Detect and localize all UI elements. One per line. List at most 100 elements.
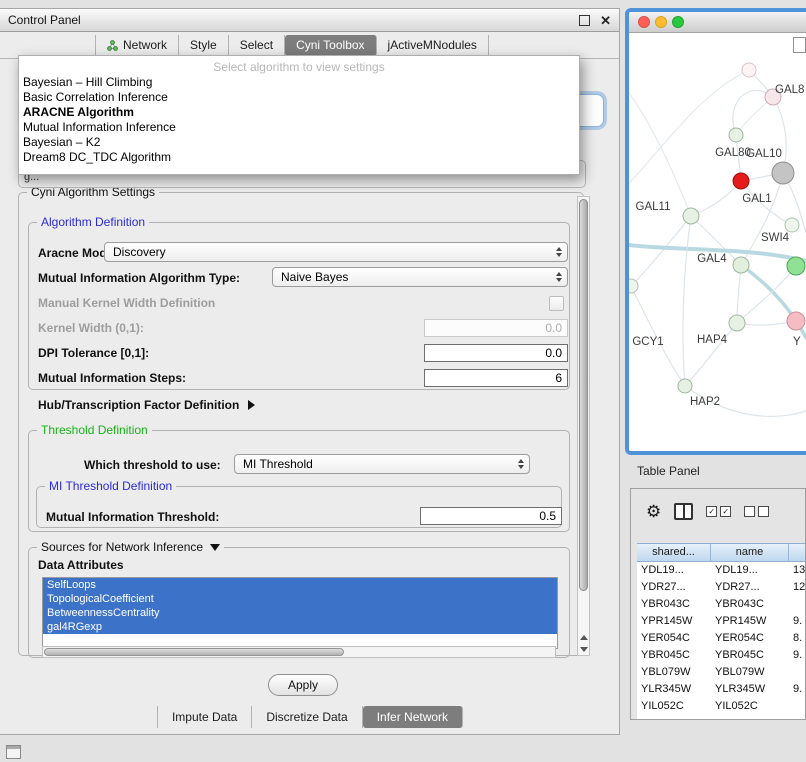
network-node[interactable]: [787, 312, 805, 330]
attributes-horizontal-scrollbar[interactable]: [42, 646, 556, 658]
which-threshold-select[interactable]: MI Threshold: [234, 454, 530, 474]
data-attributes-list[interactable]: SelfLoopsTopologicalCoefficientBetweenne…: [42, 577, 558, 649]
table-cell: 13: [789, 562, 806, 579]
tab-label: Select: [240, 37, 273, 54]
mi-algorithm-type-value: Naive Bayes: [281, 270, 348, 284]
tab-cyni-toolbox[interactable]: Cyni Toolbox: [285, 35, 376, 56]
algorithm-option-bayesian-k2[interactable]: Bayesian – K2: [19, 135, 579, 150]
node-label-gal4: GAL4: [697, 253, 727, 265]
stepper-icon: [556, 272, 562, 282]
dpi-tolerance-label: DPI Tolerance [0,1]:: [38, 346, 149, 360]
table-row[interactable]: YPR145WYPR145W9.: [637, 613, 806, 630]
node-label-hap2: HAP2: [690, 396, 720, 408]
network-edge: [685, 323, 737, 386]
table-cell: 9.: [789, 647, 806, 664]
minimize-traffic-light-icon[interactable]: [655, 16, 667, 28]
network-edge: [631, 216, 691, 286]
network-node[interactable]: [729, 315, 745, 331]
table-cell: YBL079W: [637, 664, 711, 681]
algorithm-option-dream8-dc-tdc-algorithm[interactable]: Dream8 DC_TDC Algorithm: [19, 150, 579, 165]
scroll-up-icon[interactable]: [580, 635, 588, 640]
scroll-down-icon[interactable]: [580, 647, 588, 652]
dpi-tolerance-field[interactable]: [424, 344, 568, 362]
table-row[interactable]: YDL19...YDL19...13: [637, 562, 806, 579]
network-node[interactable]: [629, 279, 638, 293]
network-node[interactable]: [785, 218, 799, 232]
table-row[interactable]: YLR345WYLR345W9.: [637, 681, 806, 698]
network-canvas-svg: GAL8GAL80GAL10GAL11GAL1SWI4GAL4GCY1HAP4Y…: [629, 33, 806, 452]
tab-jactivemnodules[interactable]: jActiveMNodules: [377, 35, 489, 56]
network-node[interactable]: [742, 63, 756, 77]
select-all-icon[interactable]: ✓ ✓: [706, 506, 731, 517]
bottom-tab-impute-data[interactable]: Impute Data: [157, 706, 252, 728]
algorithm-option-mutual-information-inference[interactable]: Mutual Information Inference: [19, 120, 579, 135]
table-cell: YER054C: [637, 630, 711, 647]
float-window-icon[interactable]: [579, 15, 590, 26]
close-icon[interactable]: ✕: [600, 14, 611, 27]
scrollbar-thumb[interactable]: [579, 199, 588, 591]
network-node[interactable]: [787, 257, 805, 275]
attribute-selfloops[interactable]: SelfLoops: [43, 578, 557, 592]
bottom-tab-infer-network[interactable]: Infer Network: [363, 706, 463, 728]
tab-network[interactable]: Network: [95, 35, 179, 56]
which-threshold-label: Which threshold to use:: [84, 458, 221, 472]
hub-definition-expander[interactable]: Hub/Transcription Factor Definition: [38, 398, 255, 412]
table-panel-window: ⚙ ✓ ✓ shared...name YDL19...YDL19...13YD…: [630, 488, 806, 720]
mi-threshold-field[interactable]: [420, 507, 562, 525]
close-traffic-light-icon[interactable]: [638, 16, 650, 28]
tab-style[interactable]: Style: [179, 35, 229, 56]
apply-button[interactable]: Apply: [268, 674, 338, 696]
gear-icon[interactable]: ⚙: [646, 503, 661, 520]
hscrollbar-thumb[interactable]: [44, 648, 344, 656]
collapse-sources-icon: [210, 544, 220, 551]
algorithm-option-aracne-algorithm[interactable]: ARACNE Algorithm: [19, 105, 579, 120]
tab-select[interactable]: Select: [229, 35, 285, 56]
network-node[interactable]: [733, 257, 749, 273]
attribute-gal4rgexp[interactable]: gal4RGexp: [43, 620, 557, 634]
network-canvas[interactable]: GAL8GAL80GAL10GAL11GAL1SWI4GAL4GCY1HAP4Y…: [629, 33, 806, 452]
mi-steps-field[interactable]: [424, 369, 568, 387]
column-header-col2[interactable]: [789, 544, 806, 561]
deselect-all-icon[interactable]: [744, 506, 769, 517]
column-header-name[interactable]: name: [711, 544, 789, 561]
table-cell: [789, 596, 806, 613]
settings-scrollbar[interactable]: [577, 196, 590, 656]
column-header-shared[interactable]: shared...: [637, 544, 711, 561]
table-row[interactable]: YDR27...YDR27...12: [637, 579, 806, 596]
manual-kernel-checkbox[interactable]: [549, 296, 564, 311]
tab-label: Style: [190, 37, 217, 54]
mi-algorithm-type-select[interactable]: Naive Bayes: [272, 267, 568, 287]
table-row[interactable]: YIL052CYIL052C: [637, 698, 806, 715]
table-cell: YBR043C: [637, 596, 711, 613]
aracne-mode-select[interactable]: Discovery: [104, 242, 568, 262]
table-row[interactable]: YBR045CYBR045C9.: [637, 647, 806, 664]
table-cell: 8.: [789, 630, 806, 647]
table-row[interactable]: YBR043CYBR043C: [637, 596, 806, 613]
network-edge: [737, 266, 796, 323]
network-node[interactable]: [733, 173, 749, 189]
attribute-topologicalcoefficient[interactable]: TopologicalCoefficient: [43, 592, 557, 606]
canvas-corner-box: [793, 37, 806, 53]
network-node[interactable]: [772, 162, 794, 184]
sources-legend[interactable]: Sources for Network Inference: [37, 540, 224, 554]
bottom-tab-discretize-data[interactable]: Discretize Data: [252, 706, 362, 728]
table-row[interactable]: YER054CYER054C8.: [637, 630, 806, 647]
algorithm-option-bayesian-hill-climbing[interactable]: Bayesian – Hill Climbing: [19, 75, 579, 90]
network-node[interactable]: [678, 379, 692, 393]
aracne-mode-value: Discovery: [113, 245, 166, 259]
table-cell: YDR27...: [711, 579, 789, 596]
checked-box-glyph: ✓: [706, 506, 717, 517]
network-node[interactable]: [683, 208, 699, 224]
table-row[interactable]: YBL079WYBL079W: [637, 664, 806, 681]
network-edge: [683, 216, 691, 386]
restore-panel-icon[interactable]: [6, 745, 21, 759]
zoom-traffic-light-icon[interactable]: [672, 16, 684, 28]
network-view-window: GAL8GAL80GAL10GAL11GAL1SWI4GAL4GCY1HAP4Y…: [625, 8, 806, 455]
scrollbar-arrows: [578, 635, 589, 652]
algorithm-option-basic-correlation-inference[interactable]: Basic Correlation Inference: [19, 90, 579, 105]
columns-icon[interactable]: [674, 503, 693, 520]
network-node[interactable]: [729, 128, 743, 142]
table-cell: YBR045C: [637, 647, 711, 664]
table-cell: 9.: [789, 613, 806, 630]
attribute-betweennesscentrality[interactable]: BetweennessCentrality: [43, 606, 557, 620]
